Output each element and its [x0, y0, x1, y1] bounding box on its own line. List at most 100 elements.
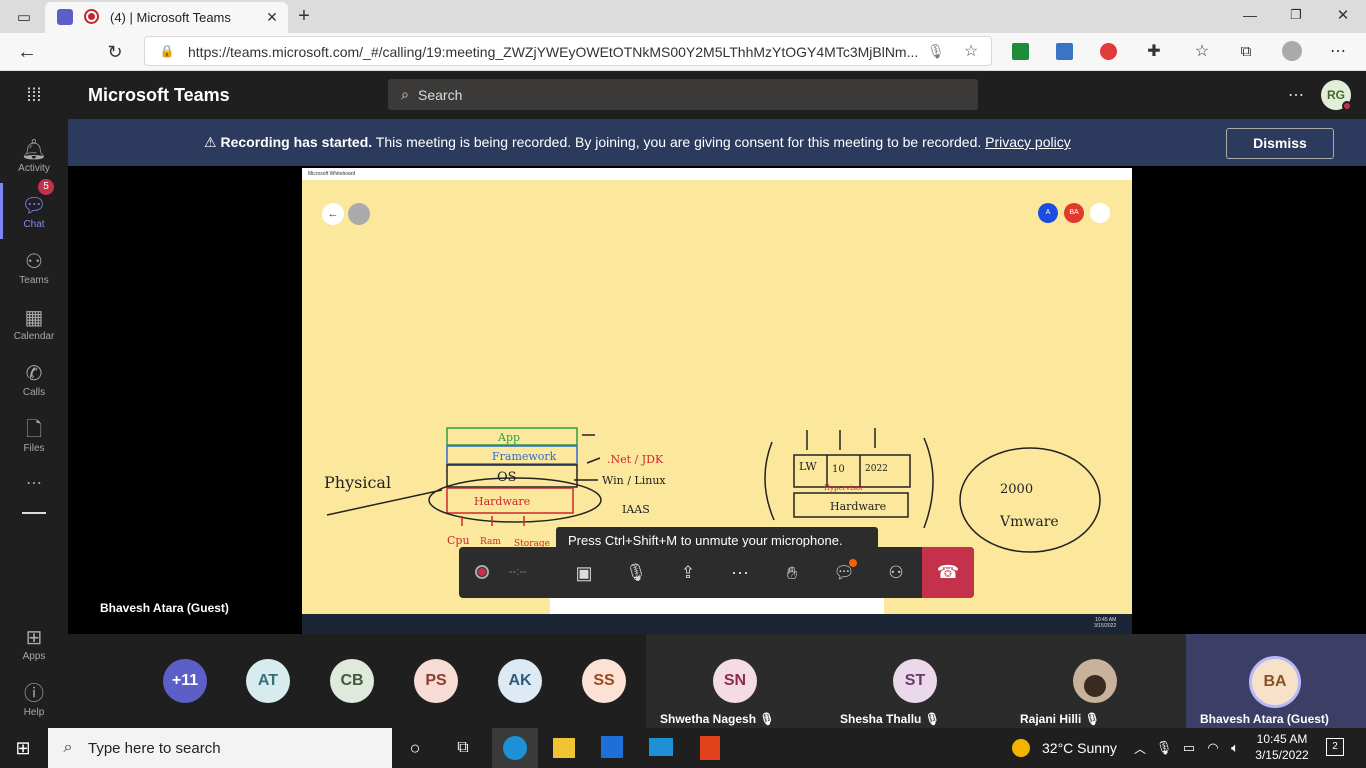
rail-item-apps[interactable]: ⊞ Apps — [0, 615, 68, 671]
taskbar-search[interactable]: ⌕ Type here to search — [48, 728, 392, 768]
search-icon: ⌕ — [401, 85, 409, 102]
wb-text-hardware2: Hardware — [830, 500, 886, 513]
start-icon[interactable]: ⊞ — [12, 737, 34, 759]
search-input[interactable]: ⌕ Search — [388, 79, 978, 110]
participant-tile[interactable]: ST Shesha Thallu 🎙︎ — [826, 634, 1006, 728]
taskbar-edge[interactable] — [492, 728, 538, 768]
hang-up-button[interactable]: ☎︎ — [922, 547, 974, 598]
privacy-policy-link[interactable]: Privacy policy — [985, 134, 1071, 150]
participant-tile[interactable]: SN Shwetha Nagesh 🎙︎ — [646, 634, 826, 728]
more-options-icon[interactable]: ⋯ — [1286, 85, 1306, 105]
browser-toolbar: ← ↻ 🔒 https://teams.microsoft.com/_#/cal… — [0, 33, 1366, 71]
participant-tile-active[interactable]: BA Bhavesh Atara (Guest) — [1186, 634, 1366, 728]
participant-avatar[interactable]: SS — [582, 659, 626, 703]
rail-item-help[interactable]: ⓘ Help — [0, 671, 68, 727]
rail-item-chat[interactable]: 💬︎ Chat 5 — [0, 179, 68, 239]
mail-icon[interactable] — [649, 738, 673, 756]
app-launcher-icon[interactable]: ⁞⁞⁞ — [22, 83, 46, 107]
more-apps-icon[interactable]: ⋯ — [0, 471, 68, 495]
favorites-icon[interactable]: ☆ — [1192, 41, 1212, 61]
app-rail: 🔔︎ Activity 💬︎ Chat 5 ⚇ Teams ▦ Calendar ✆ Ca… — [0, 119, 68, 728]
task-view-icon[interactable]: ⧉ — [452, 737, 474, 759]
extension-red-icon[interactable] — [1100, 43, 1117, 60]
cortana-icon[interactable]: ○ — [404, 737, 426, 759]
back-icon[interactable]: ← — [16, 41, 38, 63]
wb-text-vmware: Vmware — [999, 514, 1059, 530]
address-bar[interactable]: 🔒 https://teams.microsoft.com/_#/calling… — [144, 36, 992, 66]
browser-tab[interactable]: (4) | Microsoft Teams ✕ — [45, 2, 288, 33]
participant-avatar[interactable]: AT — [246, 659, 290, 703]
wb-text-vm1: LW — [799, 460, 817, 473]
window-close-icon[interactable]: ✕ — [1333, 5, 1353, 25]
wb-text-framework: Framework — [492, 450, 557, 463]
extension-blue-icon[interactable] — [1056, 43, 1073, 60]
rail-item-files[interactable]: 🗋 Files — [0, 407, 68, 463]
participant-avatar[interactable]: CB — [330, 659, 374, 703]
browser-menu-icon[interactable]: ⋯ — [1328, 41, 1348, 61]
extensions-puzzle-icon[interactable]: ✚ — [1144, 41, 1164, 61]
rail-label: Help — [23, 707, 45, 718]
weather-text[interactable]: 32°C Sunny — [1042, 740, 1117, 756]
rail-label: Chat — [23, 219, 45, 230]
office-icon[interactable] — [700, 736, 720, 760]
clock-date: 3/15/2022 — [1255, 748, 1309, 762]
collections-icon[interactable]: ⧉ — [1236, 41, 1256, 61]
minimize-icon[interactable]: — — [1240, 5, 1260, 25]
banner-text: This meeting is being recorded. By joini… — [372, 134, 986, 150]
tab-actions-icon[interactable]: ▭ — [14, 7, 34, 27]
wb-text-physical: Physical — [324, 473, 391, 492]
camera-off-icon[interactable]: ▣ — [569, 560, 599, 586]
call-controls: --:-- ▣ 🎙︎ ⇪ ⋯ ✋︎ 💬︎ ⚇ ☎︎ — [459, 547, 974, 598]
mic-off-icon: 🎙︎ — [924, 712, 940, 726]
tray-chevron-icon[interactable]: ︿ — [1132, 738, 1148, 758]
close-tab-icon[interactable]: ✕ — [263, 8, 281, 26]
wb-text-cpu: Cpu — [447, 534, 470, 547]
participant-avatar[interactable]: PS — [414, 659, 458, 703]
share-screen-icon[interactable]: ⇪ — [673, 560, 703, 586]
rail-item-teams[interactable]: ⚇ Teams — [0, 239, 68, 295]
file-icon: 🗋 — [25, 419, 43, 441]
microphone-icon[interactable]: 🎙 — [927, 42, 945, 60]
refresh-icon[interactable]: ↻ — [104, 41, 126, 63]
teams-favicon-icon — [57, 9, 73, 25]
wb-text-hardware: Hardware — [474, 495, 530, 508]
rail-divider — [22, 512, 46, 514]
tile-name: Bhavesh Atara (Guest) — [1200, 712, 1329, 726]
wifi-icon[interactable]: ◠ — [1204, 738, 1222, 758]
recording-button[interactable] — [475, 565, 489, 579]
restore-icon[interactable]: ❐ — [1286, 5, 1306, 25]
more-actions-icon[interactable]: ⋯ — [725, 560, 755, 586]
rail-item-activity[interactable]: 🔔︎ Activity — [0, 127, 68, 183]
profile-avatar[interactable] — [1282, 41, 1302, 61]
tray-mic-icon[interactable]: 🎙︎ — [1156, 738, 1173, 758]
teams-icon: ⚇ — [25, 251, 43, 273]
shared-clock: 10:45 AM 3/15/2022 — [1094, 617, 1117, 629]
rail-item-calendar[interactable]: ▦ Calendar — [0, 295, 68, 351]
mic-muted-icon[interactable]: 🎙︎ — [621, 560, 651, 586]
mic-off-icon: 🎙︎ — [1084, 712, 1100, 726]
extension-green-icon[interactable] — [1012, 43, 1029, 60]
lock-icon[interactable]: 🔒 — [159, 43, 175, 59]
notification-center-icon[interactable]: 2 — [1326, 738, 1344, 756]
raise-hand-icon[interactable]: ✋︎ — [777, 560, 807, 586]
participant-tile[interactable]: Rajani Hilli 🎙︎ — [1006, 634, 1186, 728]
overflow-participants[interactable]: +11 — [163, 659, 207, 703]
chat-icon: 💬︎ — [21, 195, 47, 217]
favorite-star-icon[interactable]: ☆ — [962, 42, 980, 60]
clock[interactable]: 10:45 AM 3/15/2022 — [1250, 732, 1314, 762]
file-explorer-icon[interactable] — [553, 738, 575, 758]
new-tab-icon[interactable]: + — [293, 5, 315, 27]
rail-label: Files — [23, 443, 45, 454]
wb-ink-toolbar[interactable] — [550, 596, 884, 614]
store-icon[interactable] — [601, 736, 623, 758]
apps-icon: ⊞ — [25, 627, 43, 649]
participants-icon[interactable]: ⚇ — [881, 560, 911, 586]
rail-label: Calls — [22, 387, 46, 398]
recording-banner: ⚠ Recording has started. This meeting is… — [68, 119, 1366, 166]
url-text: https://teams.microsoft.com/_#/calling/1… — [188, 44, 918, 60]
dismiss-button[interactable]: Dismiss — [1226, 128, 1334, 159]
participant-avatar[interactable]: AK — [498, 659, 542, 703]
battery-icon[interactable]: ▭ — [1180, 738, 1198, 758]
volume-icon[interactable]: 🔈︎ — [1226, 738, 1244, 758]
rail-item-calls[interactable]: ✆ Calls — [0, 351, 68, 407]
